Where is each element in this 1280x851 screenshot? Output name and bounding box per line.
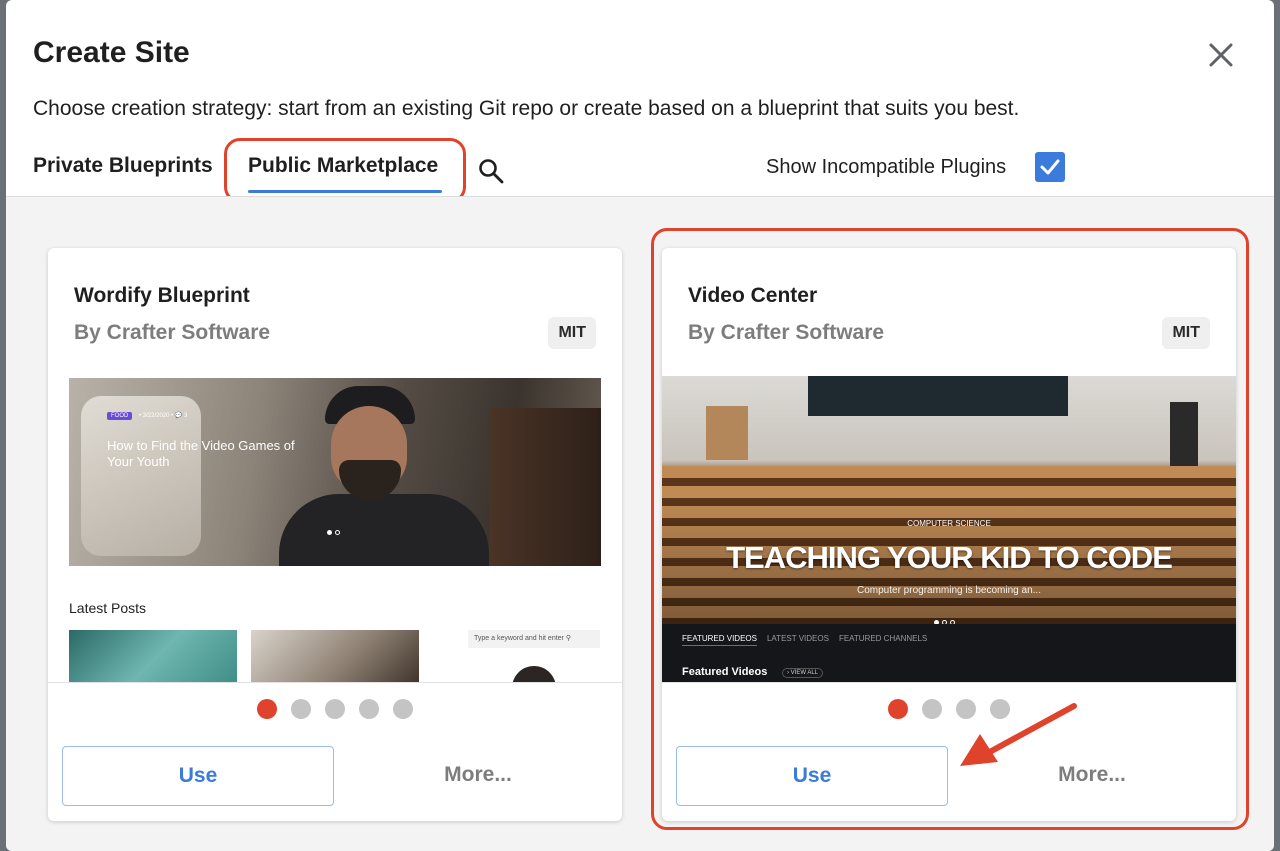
search-button[interactable] (476, 156, 506, 186)
preview-slider-dots (934, 610, 964, 624)
preview-subheadline: Computer programming is becoming an... (857, 585, 1041, 596)
preview-category-badge: FOOD (107, 412, 133, 420)
carousel-dots (48, 699, 622, 719)
check-icon (1040, 159, 1060, 175)
carousel-dot-3[interactable] (325, 699, 345, 719)
preview-avatar (512, 666, 556, 682)
license-badge: MIT (548, 317, 596, 349)
dialog-subtitle: Choose creation strategy: start from an … (33, 97, 1020, 120)
preview-navbar: FEATURED VIDEOS LATEST VIDEOS FEATURED CHA… (662, 624, 1236, 682)
blueprint-screenshot: COMPUTER SCIENCE TEACHING YOUR KID TO CO… (662, 376, 1236, 682)
carousel-dot-4[interactable] (359, 699, 379, 719)
preview-hero-image: FOOD • 3/22/2020 • 💬 3 How to Find the V… (69, 378, 601, 566)
use-button[interactable]: Use (62, 746, 334, 806)
preview-meta: • 3/22/2020 • 💬 3 (139, 413, 188, 419)
blueprint-card-video-center: Video Center By Crafter Software MIT COM… (662, 248, 1236, 821)
carousel-dot-2[interactable] (922, 699, 942, 719)
preview-post-thumbnail (69, 630, 237, 682)
carousel-dot-1[interactable] (257, 699, 277, 719)
arrow-annotation-icon (960, 703, 1077, 766)
use-button[interactable]: Use (676, 746, 948, 806)
card-title: Video Center (688, 284, 818, 307)
tab-highlight-annotation (224, 138, 466, 203)
show-incompatible-checkbox[interactable] (1035, 152, 1065, 182)
carousel-dot-2[interactable] (291, 699, 311, 719)
preview-hero-image: COMPUTER SCIENCE TEACHING YOUR KID TO CO… (662, 376, 1236, 624)
tab-private-blueprints[interactable]: Private Blueprints (33, 154, 213, 178)
preview-section-title: Featured Videos (682, 666, 768, 678)
card-author: By Crafter Software (74, 321, 271, 344)
carousel-dot-1[interactable] (888, 699, 908, 719)
create-site-dialog: Create Site Choose creation strategy: st… (6, 0, 1274, 851)
card-title: Wordify Blueprint (74, 284, 250, 307)
carousel-dots (662, 699, 1236, 719)
preview-slider-dots (327, 520, 343, 535)
show-incompatible-label: Show Incompatible Plugins (766, 156, 1007, 178)
preview-latest-posts: Latest Posts (69, 600, 147, 616)
preview-category: COMPUTER SCIENCE (907, 519, 991, 528)
preview-headline: TEACHING YOUR KID TO CODE (726, 540, 1173, 575)
blueprint-screenshot: FOOD • 3/22/2020 • 💬 3 How to Find the V… (48, 376, 622, 682)
blueprint-card-wordify: Wordify Blueprint By Crafter Software MI… (48, 248, 622, 821)
card-author: By Crafter Software (688, 321, 885, 344)
carousel-dot-5[interactable] (393, 699, 413, 719)
close-icon (1209, 43, 1233, 67)
close-button[interactable] (1204, 38, 1238, 72)
dialog-title: Create Site (33, 36, 190, 69)
preview-view-all: › VIEW ALL (782, 668, 824, 678)
license-badge: MIT (1162, 317, 1210, 349)
preview-headline: How to Find the Video Games of Your Yout… (107, 438, 295, 469)
search-icon (479, 159, 504, 184)
preview-nav-links: FEATURED VIDEOS LATEST VIDEOS FEATURED CHA… (682, 634, 937, 646)
preview-search-box: Type a keyword and hit enter ⚲ (468, 630, 600, 648)
more-button[interactable]: More... (368, 746, 588, 806)
preview-post-thumbnail (251, 630, 419, 682)
